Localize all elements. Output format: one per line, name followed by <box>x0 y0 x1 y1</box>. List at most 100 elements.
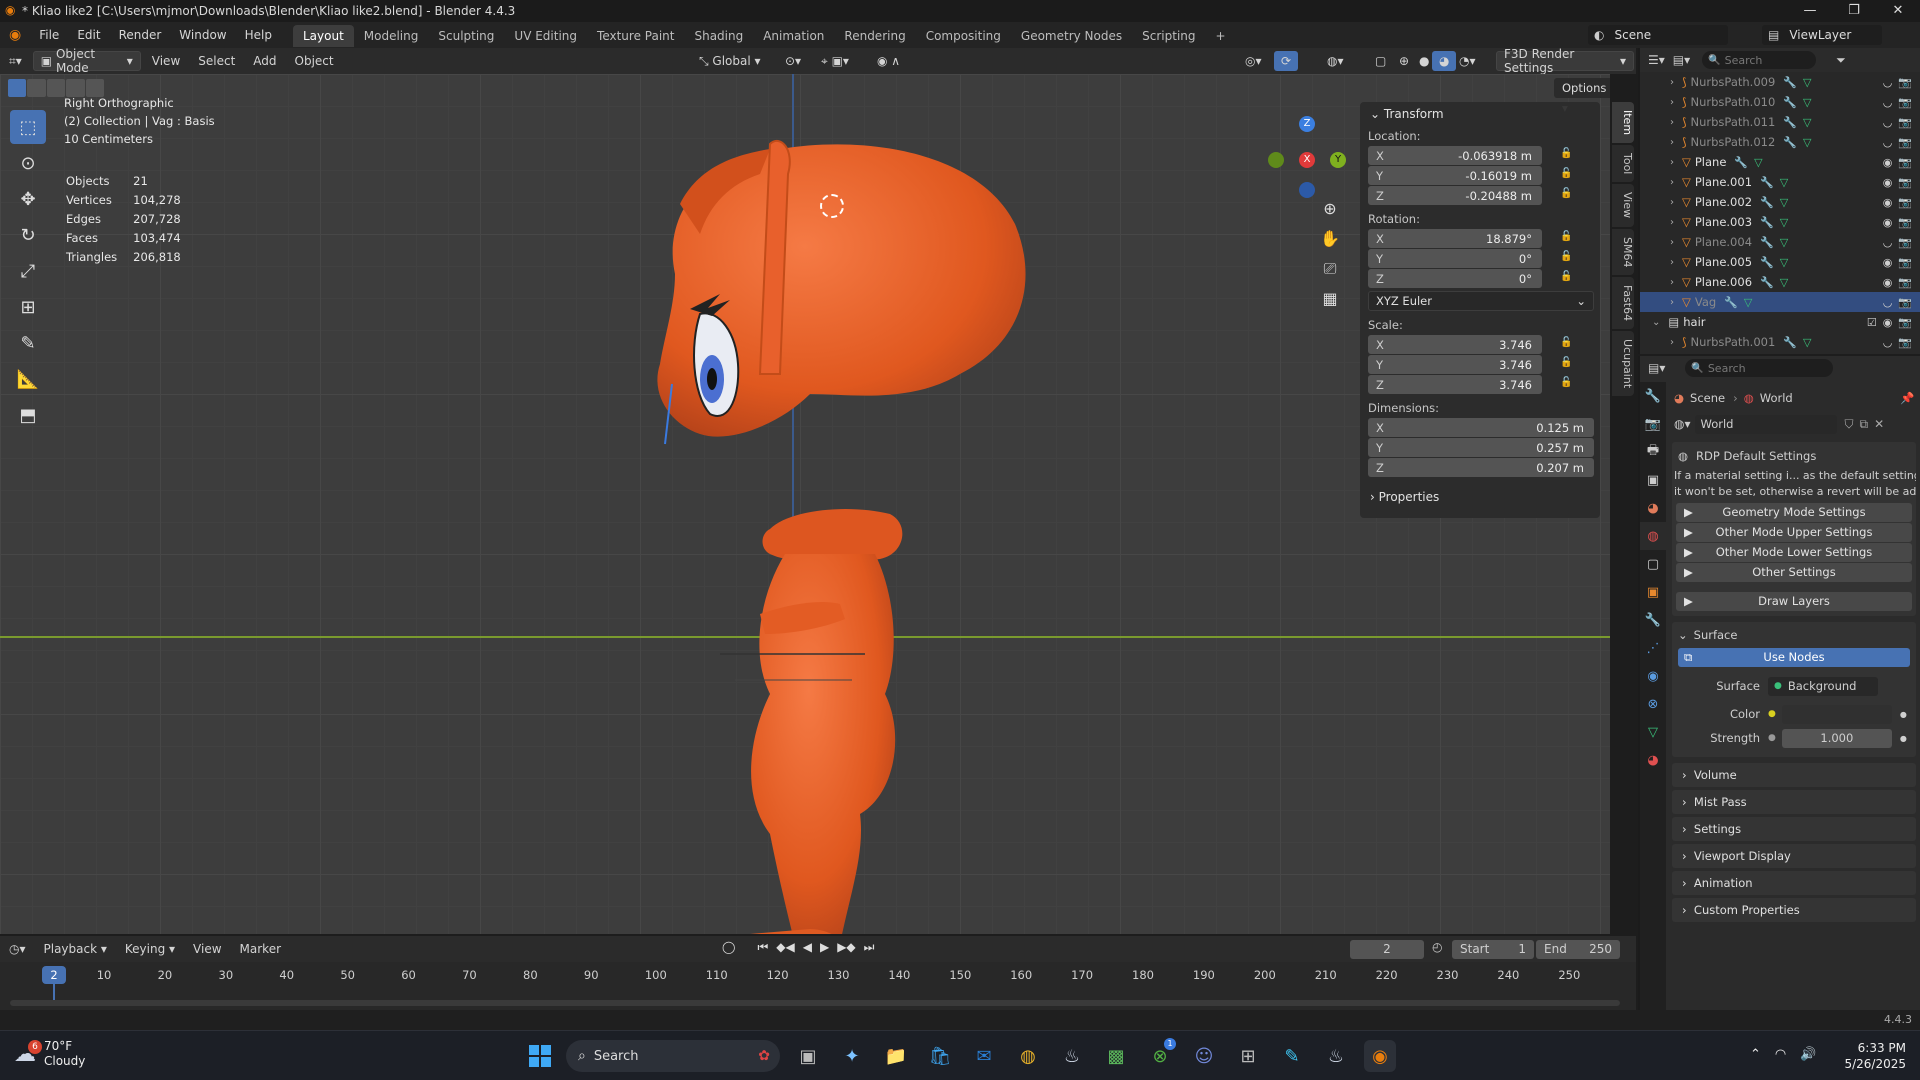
camera-icon[interactable]: 📷 <box>1898 276 1912 289</box>
menu-select[interactable]: Select <box>191 51 242 71</box>
modifier-icon[interactable]: 🔧 <box>1783 336 1797 349</box>
mesh-data-icon[interactable]: ▽ <box>1754 156 1762 169</box>
tab-sculpting[interactable]: Sculpting <box>428 25 504 47</box>
camera-icon[interactable]: 📷 <box>1898 236 1912 249</box>
eye-icon[interactable]: ◉ <box>1883 316 1893 329</box>
lock-icon[interactable]: 🔓 <box>1560 148 1574 162</box>
eye-closed-icon[interactable]: ◡ <box>1883 96 1893 109</box>
character-model[interactable] <box>620 94 1040 934</box>
select-extend-icon[interactable] <box>27 79 46 97</box>
menu-file[interactable]: File <box>30 22 68 48</box>
xray-icon[interactable]: ▢ <box>1368 51 1393 71</box>
modifier-icon[interactable]: 🔧 <box>1760 276 1774 289</box>
view-layer-tab-icon[interactable]: ▣ <box>1640 466 1666 494</box>
options-button[interactable]: Options ▾ <box>1554 78 1610 115</box>
tab-tool[interactable]: Tool <box>1612 145 1634 183</box>
unlink-icon[interactable]: ✕ <box>1874 417 1884 431</box>
modifier-tab-icon[interactable]: 🔧 <box>1640 606 1666 634</box>
chrome-icon[interactable]: ◍ <box>1012 1040 1044 1072</box>
eye-icon[interactable]: ◉ <box>1883 176 1893 189</box>
measure-icon[interactable]: 📐 <box>10 362 46 396</box>
display-mode-icon[interactable]: ▤▾ <box>1673 53 1690 67</box>
select-invert-icon[interactable] <box>66 79 85 97</box>
taskbar-search[interactable]: ⌕ Search ✿ <box>566 1040 780 1072</box>
tab-texture-paint[interactable]: Texture Paint <box>587 25 684 47</box>
overlay-icon[interactable]: ◍▾ <box>1320 51 1351 71</box>
modifier-icon[interactable]: 🔧 <box>1783 136 1797 149</box>
notes-app-icon[interactable]: ✎ <box>1276 1040 1308 1072</box>
tab-modeling[interactable]: Modeling <box>354 25 429 47</box>
chevron-up-icon[interactable]: ⌃ <box>1750 1047 1761 1062</box>
camera-icon[interactable]: 📷 <box>1898 116 1912 129</box>
file-explorer-icon[interactable]: 📁 <box>880 1040 912 1072</box>
menu-window[interactable]: Window <box>170 22 235 48</box>
camera-icon[interactable]: 📷 <box>1898 96 1912 109</box>
outliner-row[interactable]: › ⟆ NurbsPath.011 🔧 ▽ ◡ 📷 <box>1640 112 1920 132</box>
steam-icon[interactable]: ♨ <box>1056 1040 1088 1072</box>
task-view-icon[interactable]: ▣ <box>792 1040 824 1072</box>
surface-header[interactable]: ⌄ Surface <box>1672 624 1916 646</box>
camera-icon[interactable]: 📷 <box>1898 216 1912 229</box>
lock-icon[interactable]: 🔓 <box>1560 377 1574 391</box>
orientation-selector[interactable]: ⤡ Global ▾ <box>692 51 768 71</box>
lock-icon[interactable]: 🔓 <box>1560 357 1574 371</box>
modifier-icon[interactable]: 🔧 <box>1783 116 1797 129</box>
filter-icon[interactable]: ⏷ <box>1836 53 1846 68</box>
menu-object[interactable]: Object <box>288 51 341 71</box>
menu-view[interactable]: View <box>186 939 228 959</box>
mesh-data-icon[interactable]: ▽ <box>1803 76 1811 89</box>
other-mode-lower-button[interactable]: ▶ Other Mode Lower Settings <box>1676 543 1912 562</box>
store-icon[interactable]: 🛍 <box>924 1040 956 1072</box>
volume-icon[interactable]: 🔊 <box>1800 1047 1816 1062</box>
play-reverse-icon[interactable]: ◀ <box>803 940 812 955</box>
outliner-search[interactable]: 🔍 Search <box>1702 51 1817 69</box>
3d-cursor-icon[interactable] <box>820 194 844 218</box>
blender-menu-icon[interactable]: ◉ <box>0 22 30 48</box>
color-swatch[interactable] <box>1781 704 1892 724</box>
gizmo-negative-y[interactable] <box>1268 152 1284 168</box>
select-intersect-icon[interactable] <box>85 79 105 97</box>
mesh-data-icon[interactable]: ▽ <box>1780 176 1788 189</box>
tab-sm64[interactable]: SM64 <box>1612 228 1634 276</box>
surface-shader-select[interactable]: ● Background <box>1768 676 1878 696</box>
eye-closed-icon[interactable]: ◡ <box>1883 116 1893 129</box>
mist-pass-panel[interactable]: › Mist Pass <box>1672 790 1916 814</box>
eye-closed-icon[interactable]: ◡ <box>1883 296 1893 309</box>
tool-tab-icon[interactable]: 🔧 <box>1640 382 1666 410</box>
outliner-row[interactable]: › ⟆ NurbsPath.001 🔧 ▽ ◡ 📷 <box>1640 332 1920 352</box>
timeline-scrollbar[interactable] <box>10 1000 1620 1006</box>
camera-icon[interactable]: ⎚ <box>1316 254 1344 284</box>
editor-type-icon[interactable]: ▤▾ <box>1648 361 1665 375</box>
navigation-gizmo[interactable]: Z Y X <box>1262 116 1352 206</box>
camera-icon[interactable]: 📷 <box>1898 256 1912 269</box>
gizmo-y-axis[interactable]: Y <box>1330 152 1346 168</box>
data-tab-icon[interactable]: ▽ <box>1640 718 1666 746</box>
scrollbar-thumb[interactable] <box>10 1000 1620 1006</box>
jump-end-icon[interactable]: ⏭ <box>864 940 875 955</box>
outlook-icon[interactable]: ✉ <box>968 1040 1000 1072</box>
chevron-right-icon[interactable]: › <box>1670 337 1674 348</box>
chevron-right-icon[interactable]: › <box>1670 137 1674 148</box>
custom-properties-panel[interactable]: › Custom Properties <box>1672 898 1916 922</box>
scale-x-field[interactable]: X 3.746 🔓 <box>1368 335 1572 354</box>
rotation-z-field[interactable]: Z 0° 🔓 <box>1368 269 1572 288</box>
lock-icon[interactable]: 🔓 <box>1560 337 1574 351</box>
chevron-right-icon[interactable]: › <box>1670 77 1674 88</box>
chevron-right-icon[interactable]: › <box>1670 197 1674 208</box>
viewlayer-selector[interactable]: ▤ ViewLayer <box>1762 25 1882 45</box>
camera-icon[interactable]: 📷 <box>1898 316 1912 329</box>
outliner-row[interactable]: › ▽ Plane.005 🔧 ▽ ◉ 📷 <box>1640 252 1920 272</box>
gizmo-z-axis[interactable]: Z <box>1299 116 1315 132</box>
rdp-header[interactable]: ◍ RDP Default Settings <box>1672 446 1916 466</box>
chevron-right-icon[interactable]: › <box>1670 217 1674 228</box>
steam-app-icon[interactable]: ♨ <box>1320 1040 1352 1072</box>
xbox-icon[interactable]: ⊗ 1 <box>1144 1038 1176 1072</box>
eye-icon[interactable]: ◉ <box>1883 156 1893 169</box>
outliner-row[interactable]: › ▽ Plane.001 🔧 ▽ ◉ 📷 <box>1640 172 1920 192</box>
menu-view[interactable]: View <box>145 51 187 71</box>
select-new-icon[interactable] <box>8 79 27 97</box>
camera-icon[interactable]: 📷 <box>1898 176 1912 189</box>
shading-rendered-icon[interactable]: ◔▾ <box>1452 51 1483 71</box>
editor-type-icon[interactable]: ◷▾ <box>2 939 33 959</box>
annotate-icon[interactable]: ✎ <box>10 326 46 360</box>
